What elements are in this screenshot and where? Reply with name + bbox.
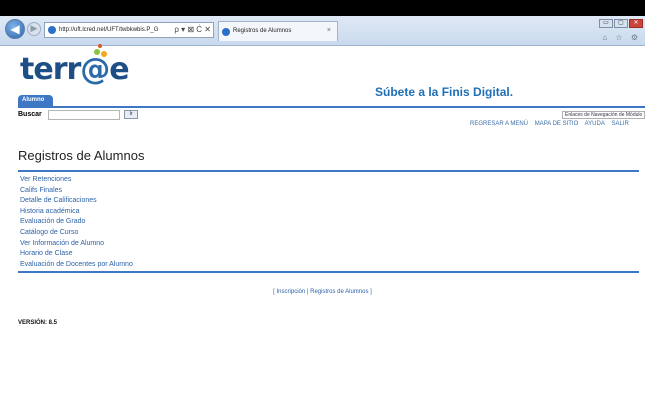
terrae-logo: terr@e <box>20 52 130 87</box>
tab-close-icon[interactable]: × <box>327 22 331 40</box>
footer-link-inscripcion[interactable]: Inscripción <box>277 289 306 295</box>
tab-divider <box>18 106 645 108</box>
title-divider <box>18 170 639 172</box>
back-button[interactable]: ◀ <box>5 19 25 39</box>
page-title: Registros de Alumnos <box>18 148 145 163</box>
tab-title: Registros de Alumnos <box>233 28 292 34</box>
search-label: Buscar <box>18 111 42 118</box>
window-controls: ▭ ▢ ✕ <box>599 19 643 28</box>
logo-dot-orange-icon <box>101 51 107 57</box>
ie-favicon-icon <box>48 26 56 34</box>
browser-chrome: ◀ ▶ http://uft.lcred.net/UFT/twbkwbis.P_… <box>0 16 645 46</box>
close-window-icon[interactable]: ✕ <box>629 19 643 28</box>
menu-item-califs-finales[interactable]: Califs Finales <box>20 186 133 197</box>
footer-bracket-close: ] <box>370 289 372 295</box>
link-exit[interactable]: SALIR <box>612 121 629 127</box>
minimize-icon[interactable]: ▭ <box>599 19 613 28</box>
menu-item-ver-informacion-alumno[interactable]: Ver Información de Alumno <box>20 239 133 250</box>
logo-dot-red-icon <box>98 44 102 48</box>
maximize-icon[interactable]: ▢ <box>614 19 628 28</box>
address-bar[interactable]: http://uft.lcred.net/UFT/twbkwbis.P_G ρ … <box>44 22 214 38</box>
menu-item-evaluacion-grado[interactable]: Evaluación de Grado <box>20 217 133 228</box>
menu-item-horario-clase[interactable]: Horario de Clase <box>20 249 133 260</box>
menu-item-historia-academica[interactable]: Historia académica <box>20 207 133 218</box>
link-back-to-menu[interactable]: REGRESAR A MENÚ <box>470 121 528 127</box>
top-links: REGRESAR A MENÚ MAPA DE SITIO AYUDA SALI… <box>470 121 634 127</box>
logo-text-part-1: terr <box>20 52 81 87</box>
address-url: http://uft.lcred.net/UFT/twbkwbis.P_G <box>59 27 159 33</box>
records-menu: Ver Retenciones Califs Finales Detalle d… <box>20 175 133 270</box>
footer-separator: | <box>306 289 309 295</box>
tab-favicon-icon <box>222 28 230 36</box>
screen-top-bar <box>0 0 645 16</box>
browser-tab[interactable]: Registros de Alumnos × <box>218 21 338 41</box>
forward-button[interactable]: ▶ <box>27 22 41 36</box>
version-label: VERSIÓN: 8.5 <box>18 320 58 326</box>
menu-divider <box>18 271 639 273</box>
link-site-map[interactable]: MAPA DE SITIO <box>535 121 579 127</box>
address-tools[interactable]: ρ ▾ ⊠ Ċ ✕ <box>174 23 211 37</box>
menu-item-ver-retenciones[interactable]: Ver Retenciones <box>20 175 133 186</box>
menu-item-evaluacion-docentes[interactable]: Evaluación de Docentes por Alumno <box>20 260 133 271</box>
logo-dot-green-icon <box>94 49 100 55</box>
forward-arrow-icon: ▶ <box>30 24 38 34</box>
footer-bracket-open: [ <box>273 289 275 295</box>
menu-item-detalle-calificaciones[interactable]: Detalle de Calificaciones <box>20 196 133 207</box>
go-button[interactable]: Ir <box>124 110 138 119</box>
menu-item-catalogo-curso[interactable]: Catálogo de Curso <box>20 228 133 239</box>
back-arrow-icon: ◀ <box>10 22 20 36</box>
home-favorites-settings-icons[interactable]: ⌂ ☆ ⚙ <box>602 33 641 42</box>
search-input[interactable] <box>48 110 120 120</box>
logo-text-at: @ <box>80 52 110 87</box>
footer-link-registros[interactable]: Registros de Alumnos <box>310 289 368 295</box>
tab-alumno[interactable]: Alumno <box>18 95 53 106</box>
link-help[interactable]: AYUDA <box>585 121 605 127</box>
tagline: Súbete a la Finis Digital. <box>375 85 514 99</box>
logo-text-part-2: e <box>109 52 129 87</box>
footer-links: [ Inscripción | Registros de Alumnos ] <box>0 289 645 295</box>
module-nav-links-select[interactable]: Enlaces de Navegación de Módulo <box>562 111 645 119</box>
